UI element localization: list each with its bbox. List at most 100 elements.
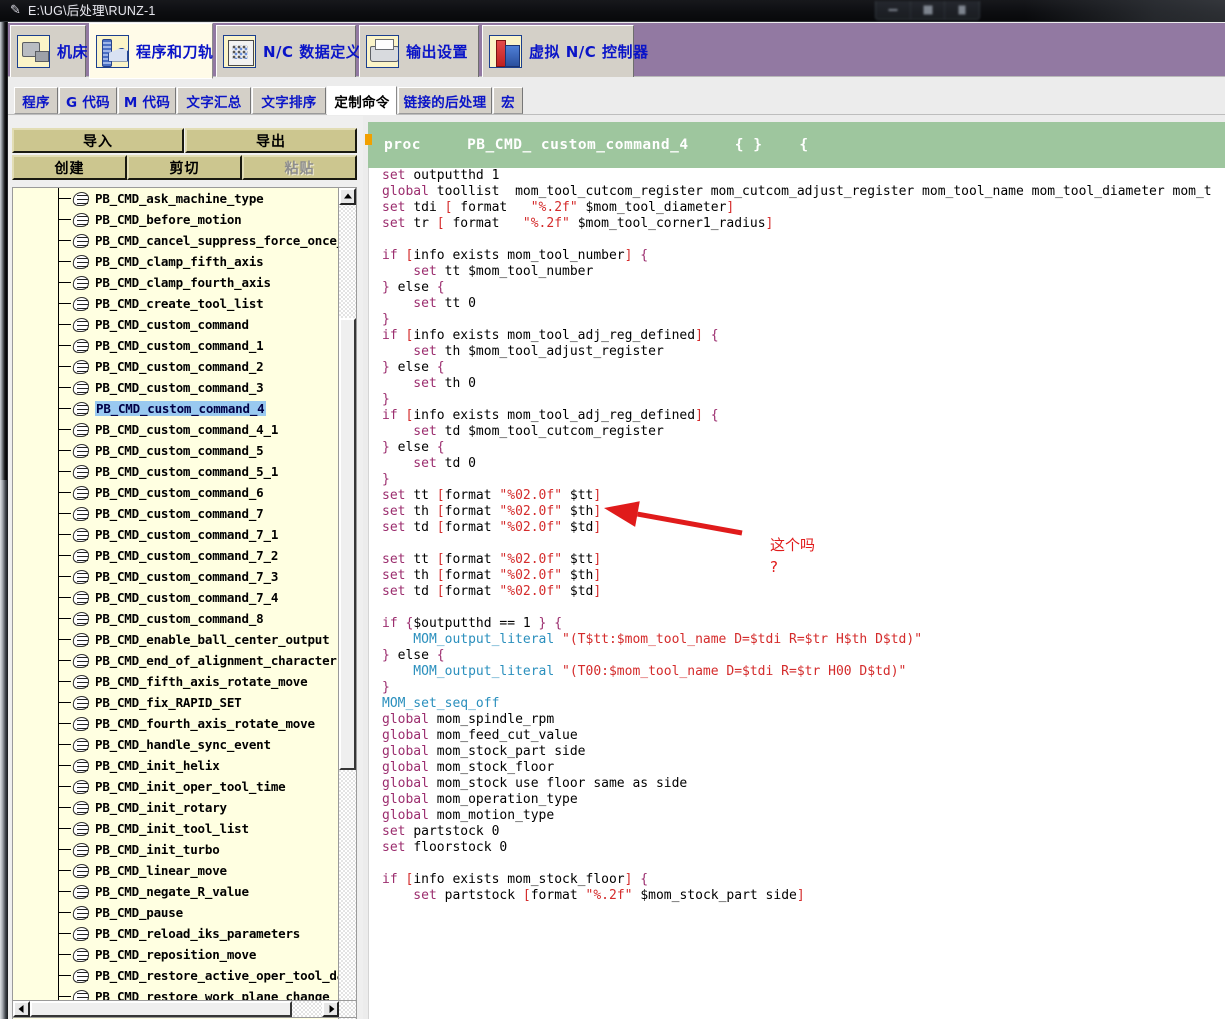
tree-item[interactable]: PB_CMD_negate_R_value bbox=[13, 881, 339, 902]
tree-item[interactable]: PB_CMD_fifth_axis_rotate_move bbox=[13, 671, 339, 692]
tree-item-label: PB_CMD_restore_active_oper_tool_data bbox=[95, 968, 339, 983]
tree-item[interactable]: PB_CMD_init_helix bbox=[13, 755, 339, 776]
tcl-script-icon bbox=[72, 863, 90, 878]
main-tab-1[interactable]: 机床 bbox=[10, 25, 88, 77]
export-button[interactable]: 导出 bbox=[185, 128, 357, 153]
tree-item[interactable]: PB_CMD_linear_move bbox=[13, 860, 339, 881]
tree-item-label: PB_CMD_linear_move bbox=[95, 863, 227, 878]
tree-item[interactable]: PB_CMD_clamp_fifth_axis bbox=[13, 251, 339, 272]
scroll-right-button[interactable] bbox=[322, 1001, 339, 1017]
code-token: "%02.0f" bbox=[499, 504, 570, 519]
tree-item-label: PB_CMD_create_tool_list bbox=[95, 296, 264, 311]
tree-item[interactable]: PB_CMD_cancel_suppress_force_once_pe bbox=[13, 230, 339, 251]
tree-item[interactable]: PB_CMD_enable_ball_center_output bbox=[13, 629, 339, 650]
tree-connector-dash bbox=[58, 870, 71, 871]
tree-item[interactable]: PB_CMD_fourth_axis_rotate_move bbox=[13, 713, 339, 734]
sub-tab-5[interactable]: 文字排序 bbox=[252, 87, 326, 114]
tree-item[interactable]: PB_CMD_custom_command_7_2 bbox=[13, 545, 339, 566]
tree-item[interactable]: PB_CMD_custom_command_7_3 bbox=[13, 566, 339, 587]
code-token: tt $mom_tool_number bbox=[444, 264, 594, 279]
tree-item[interactable]: PB_CMD_custom_command_3 bbox=[13, 377, 339, 398]
main-tab-5[interactable]: 虚拟 N/C 控制器 bbox=[482, 25, 648, 77]
tree-item[interactable]: PB_CMD_before_motion bbox=[13, 209, 339, 230]
sub-tab-6[interactable]: 定制命令 bbox=[327, 86, 397, 115]
tree-item-label: PB_CMD_init_helix bbox=[95, 758, 220, 773]
code-token: global bbox=[382, 760, 437, 775]
tree-item[interactable]: PB_CMD_custom_command_4 bbox=[13, 398, 339, 419]
code-token: $tt bbox=[569, 488, 594, 503]
code-text-area[interactable]: set outputthd 1 global toollist mom_tool_… bbox=[368, 168, 1225, 1019]
tree-connector-dash bbox=[58, 765, 71, 766]
tree-item[interactable]: PB_CMD_reload_iks_parameters bbox=[13, 923, 339, 944]
sub-tab-1[interactable]: 程序 bbox=[14, 87, 58, 114]
tree-item[interactable]: PB_CMD_ask_machine_type bbox=[13, 188, 339, 209]
tree-horizontal-scrollbar[interactable] bbox=[12, 1000, 357, 1018]
code-token: ] bbox=[695, 408, 703, 423]
command-tree[interactable]: PB_CMD_ask_machine_type PB_CMD_before_mot… bbox=[12, 187, 357, 1019]
tree-item[interactable]: PB_CMD_init_turbo bbox=[13, 839, 339, 860]
code-token: [ bbox=[444, 200, 461, 215]
scroll-left-button[interactable] bbox=[13, 1001, 30, 1017]
tree-item[interactable]: PB_CMD_handle_sync_event bbox=[13, 734, 339, 755]
tree-item[interactable]: PB_CMD_reposition_move bbox=[13, 944, 339, 965]
code-token: if bbox=[382, 616, 406, 631]
sub-tab-3[interactable]: M 代码 bbox=[118, 87, 176, 114]
tree-item[interactable]: PB_CMD_custom_command bbox=[13, 314, 339, 335]
main-tab-3[interactable]: N/C 数据定义 bbox=[216, 25, 361, 77]
tree-item-label: PB_CMD_before_motion bbox=[95, 212, 242, 227]
tree-item[interactable]: PB_CMD_create_tool_list bbox=[13, 293, 339, 314]
code-line: if [info exists mom_tool_adj_reg_defined… bbox=[369, 408, 1225, 424]
tree-item[interactable]: PB_CMD_custom_command_2 bbox=[13, 356, 339, 377]
code-line: if [info exists mom_tool_adj_reg_defined… bbox=[369, 328, 1225, 344]
sub-tab-8[interactable]: 宏 bbox=[493, 87, 523, 114]
code-token: global bbox=[382, 728, 437, 743]
create-button[interactable]: 创建 bbox=[12, 155, 127, 180]
tree-vertical-scrollbar[interactable] bbox=[338, 188, 356, 1019]
tcl-script-icon bbox=[72, 632, 90, 647]
main-tab-2[interactable]: 程序和刀轨 bbox=[89, 23, 213, 79]
code-line: set floorstock 0 bbox=[369, 840, 1225, 856]
tree-scroll-thumb[interactable] bbox=[339, 318, 356, 770]
tree-item[interactable]: PB_CMD_fix_RAPID_SET bbox=[13, 692, 339, 713]
tree-connector-dash bbox=[58, 744, 71, 745]
tree-item[interactable]: PB_CMD_custom_command_5 bbox=[13, 440, 339, 461]
tree-item[interactable]: PB_CMD_custom_command_7_4 bbox=[13, 587, 339, 608]
tree-item[interactable]: PB_CMD_restore_active_oper_tool_data bbox=[13, 965, 339, 986]
tcl-script-icon bbox=[72, 758, 90, 773]
code-token: format bbox=[530, 888, 586, 903]
window-controls[interactable] bbox=[875, 1, 980, 20]
code-token: set bbox=[382, 168, 414, 183]
tree-item[interactable]: PB_CMD_custom_command_8 bbox=[13, 608, 339, 629]
tree-item[interactable]: PB_CMD_init_tool_list bbox=[13, 818, 339, 839]
cut-button[interactable]: 剪切 bbox=[127, 155, 242, 180]
tree-item-label: PB_CMD_fourth_axis_rotate_move bbox=[95, 716, 315, 731]
sub-tab-4[interactable]: 文字汇总 bbox=[177, 87, 251, 114]
code-token: set bbox=[382, 552, 414, 567]
minimize-button[interactable] bbox=[876, 1, 911, 19]
tree-item[interactable]: PB_CMD_custom_command_5_1 bbox=[13, 461, 339, 482]
tree-item[interactable]: PB_CMD_init_rotary bbox=[13, 797, 339, 818]
sub-tab-2[interactable]: G 代码 bbox=[59, 87, 117, 114]
tree-item[interactable]: PB_CMD_custom_command_4_1 bbox=[13, 419, 339, 440]
tree-item[interactable]: PB_CMD_custom_command_7_1 bbox=[13, 524, 339, 545]
tree-item[interactable]: PB_CMD_clamp_fourth_axis bbox=[13, 272, 339, 293]
maximize-button[interactable] bbox=[911, 1, 946, 19]
tcl-script-icon bbox=[72, 233, 90, 248]
tree-connector-dash bbox=[58, 597, 71, 598]
code-token: "%02.0f" bbox=[499, 552, 570, 567]
close-button[interactable] bbox=[945, 1, 979, 19]
code-token: set bbox=[382, 488, 414, 503]
tree-item[interactable]: PB_CMD_pause bbox=[13, 902, 339, 923]
code-token: td 0 bbox=[444, 456, 476, 471]
code-token: format bbox=[444, 568, 500, 583]
tree-item[interactable]: PB_CMD_init_oper_tool_time bbox=[13, 776, 339, 797]
tree-item[interactable]: PB_CMD_end_of_alignment_character bbox=[13, 650, 339, 671]
import-button[interactable]: 导入 bbox=[12, 128, 184, 153]
tree-item[interactable]: PB_CMD_custom_command_1 bbox=[13, 335, 339, 356]
tree-hscroll-thumb[interactable] bbox=[30, 1001, 292, 1017]
tree-item[interactable]: PB_CMD_custom_command_6 bbox=[13, 482, 339, 503]
sub-tab-7[interactable]: 链接的后处理 bbox=[398, 87, 492, 114]
tree-item[interactable]: PB_CMD_custom_command_7 bbox=[13, 503, 339, 524]
scroll-up-button[interactable] bbox=[339, 188, 356, 205]
main-tab-4[interactable]: 输出设置 bbox=[359, 25, 479, 77]
